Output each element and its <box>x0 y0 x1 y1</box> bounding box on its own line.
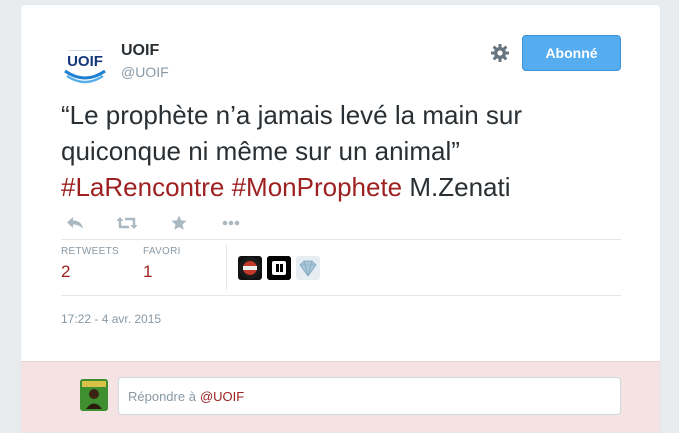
retweet-icon[interactable] <box>113 209 141 237</box>
favoriter-avatar[interactable] <box>296 256 320 280</box>
reply-area: Répondre à @UOIF <box>21 361 660 432</box>
reply-mention: @UOIF <box>199 388 245 404</box>
tweet-card: ~~~~~~~~~~~~~~ UOIF UOIF @UOIF Abonné “L… <box>20 4 661 433</box>
gear-icon[interactable] <box>489 42 511 64</box>
reply-input[interactable]: Répondre à @UOIF <box>118 377 621 415</box>
retweets-count[interactable]: 2 <box>61 262 70 282</box>
stats-bottom-divider <box>61 295 621 296</box>
logo-lettering: UOIF <box>67 53 103 70</box>
tweet-actions <box>61 209 361 237</box>
reply-icon[interactable] <box>61 209 89 237</box>
stats-divider <box>226 244 227 290</box>
hashtag-monprophete[interactable]: #MonProphete <box>232 172 403 202</box>
uoif-logo-icon: ~~~~~~~~~~~~~~ UOIF <box>61 41 109 89</box>
user-avatar <box>80 379 108 411</box>
tweet-quote: “Le prophète n’a jamais levé la main sur… <box>61 100 523 166</box>
reply-placeholder: Répondre à <box>128 388 196 404</box>
tweet-author: M.Zenati <box>409 172 511 202</box>
star-icon[interactable] <box>165 209 193 237</box>
tweet-stats: RETWEETS 2 FAVORI 1 <box>61 244 621 296</box>
account-handle[interactable]: @UOIF <box>121 64 169 80</box>
display-name[interactable]: UOIF <box>121 42 159 60</box>
favorites-label[interactable]: FAVORI <box>143 246 181 257</box>
stats-top-divider <box>61 239 621 240</box>
favorites-count[interactable]: 1 <box>143 262 152 282</box>
retweets-label[interactable]: RETWEETS <box>61 246 119 257</box>
tweet-header: ~~~~~~~~~~~~~~ UOIF UOIF @UOIF Abonné <box>21 5 660 95</box>
account-avatar[interactable]: ~~~~~~~~~~~~~~ UOIF <box>61 41 109 89</box>
hashtag-larencontre[interactable]: #LaRencontre <box>61 172 224 202</box>
follow-button[interactable]: Abonné <box>522 35 621 71</box>
favoriter-avatar[interactable] <box>238 256 262 280</box>
more-icon[interactable] <box>217 209 245 237</box>
tweet-timestamp[interactable]: 17:22 - 4 avr. 2015 <box>61 312 161 326</box>
tweet-text: “Le prophète n’a jamais levé la main sur… <box>61 97 621 205</box>
favoriter-avatar[interactable] <box>267 256 291 280</box>
